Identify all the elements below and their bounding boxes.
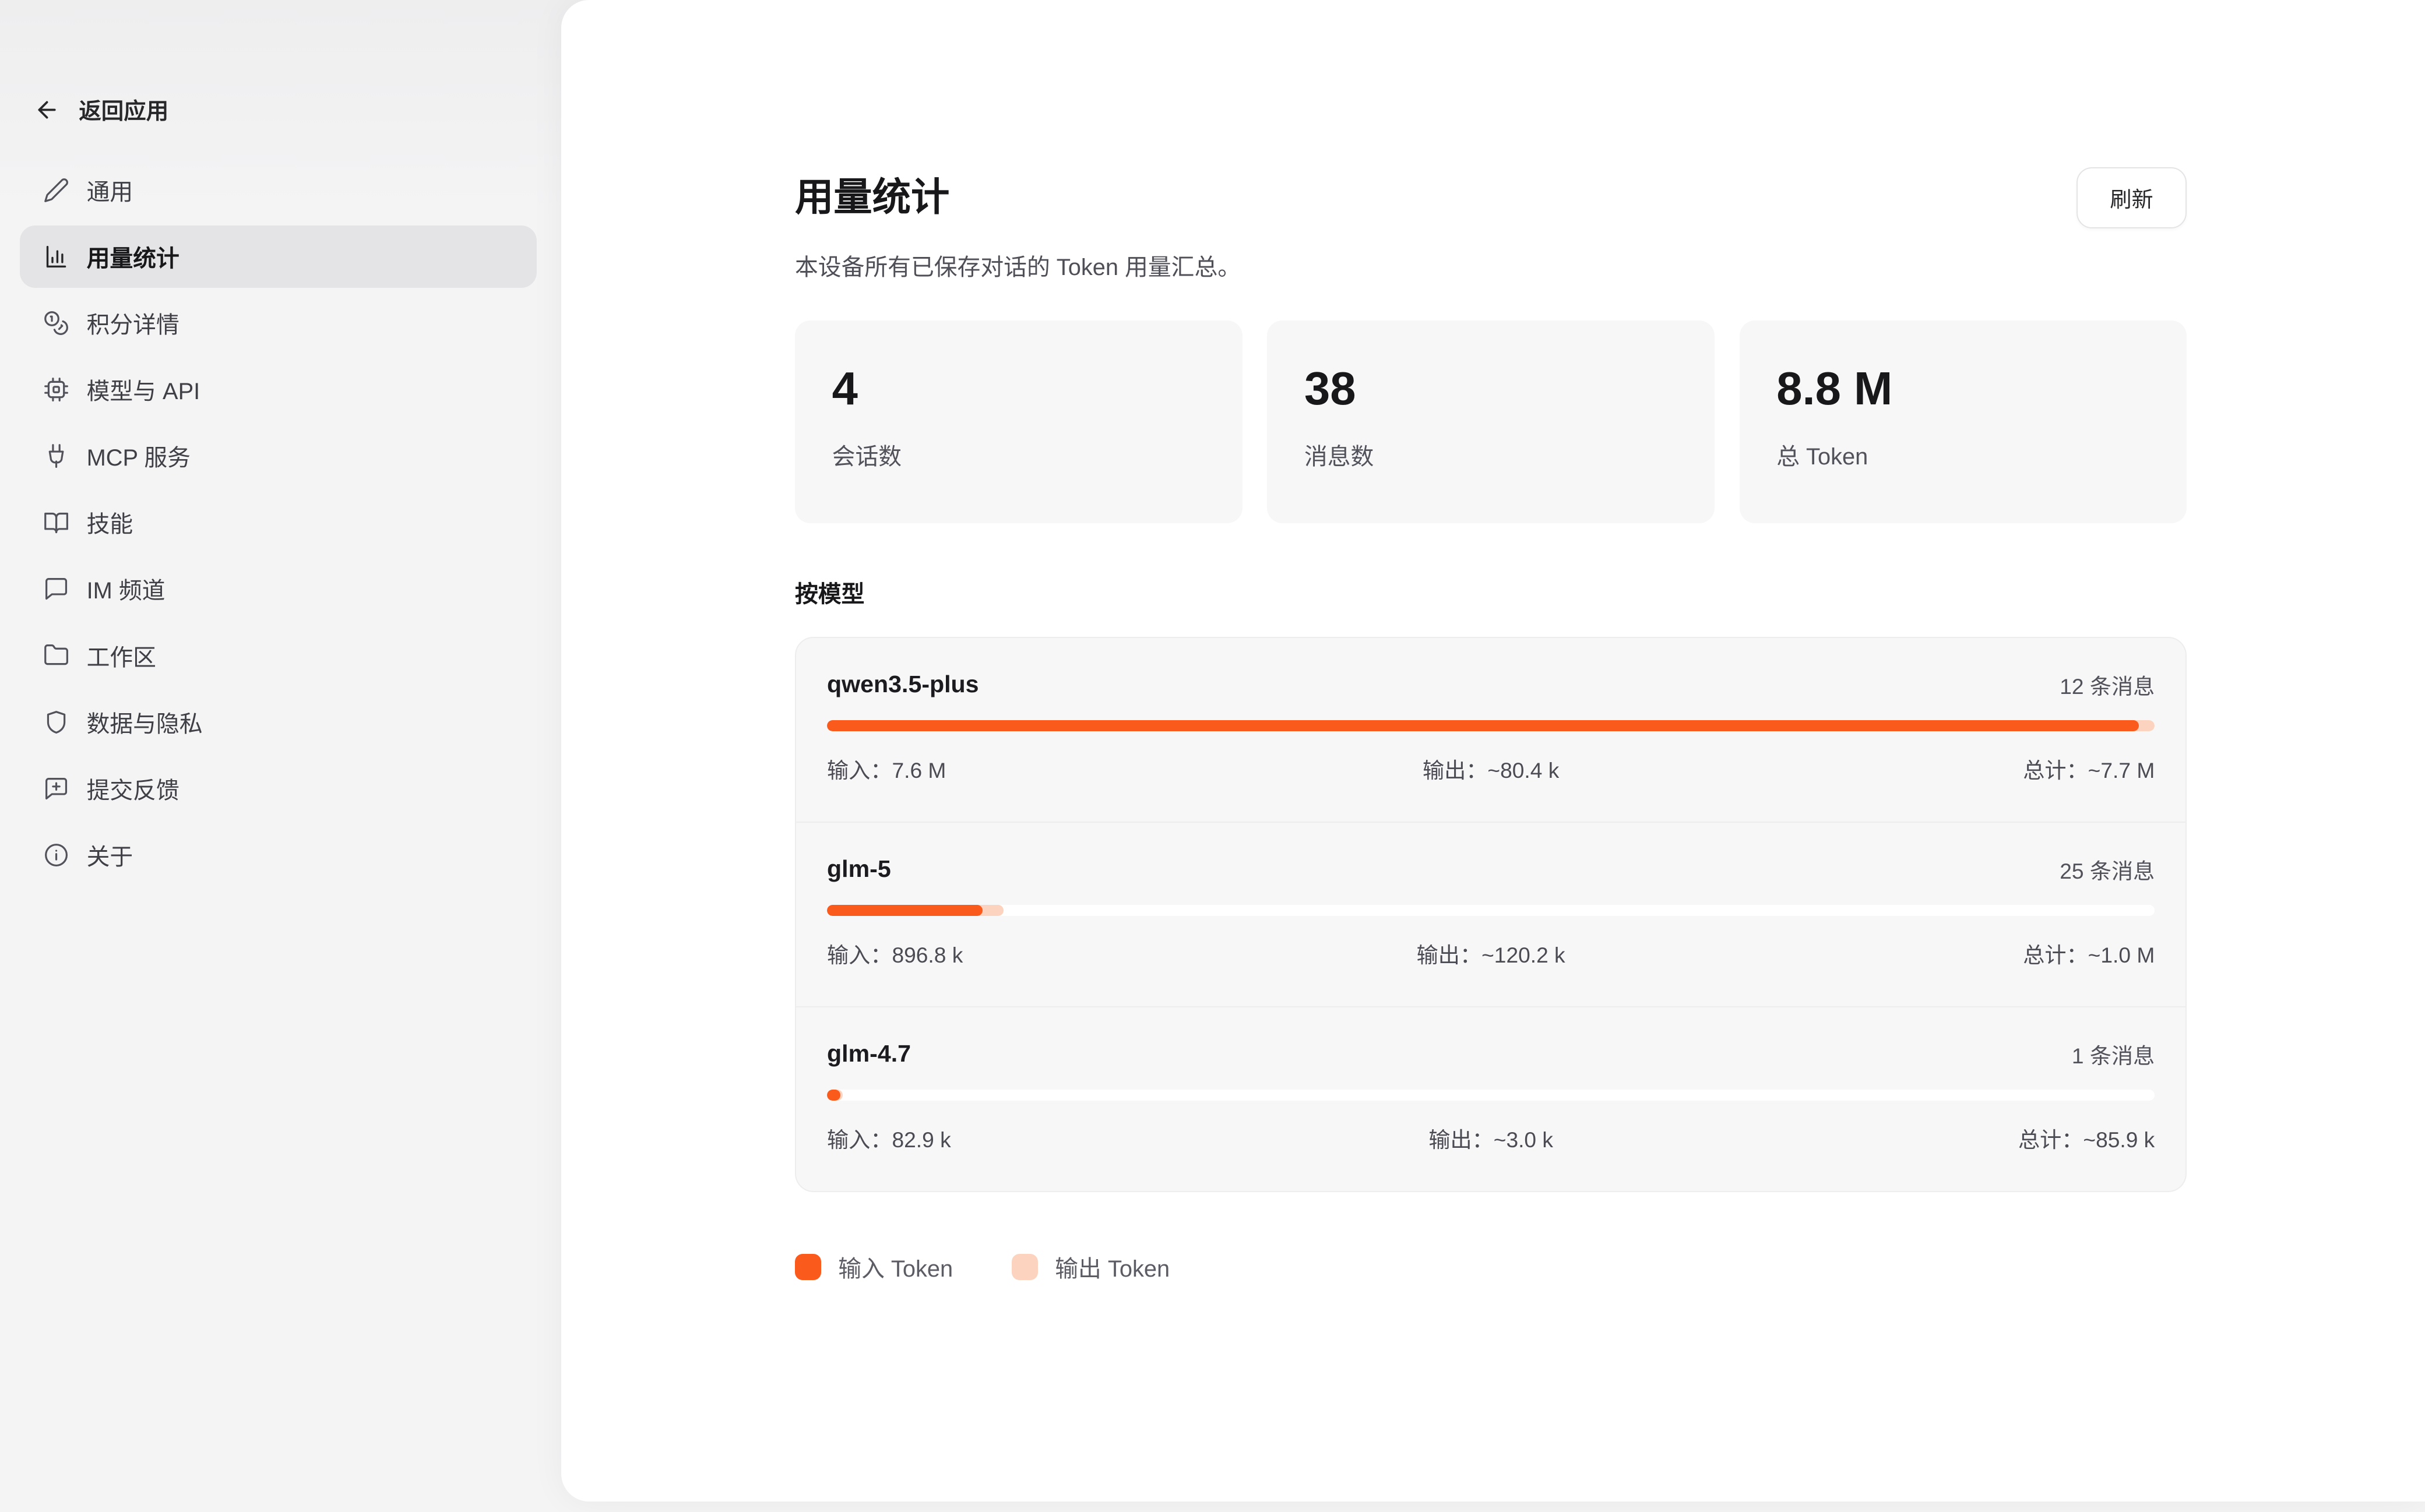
legend-item-output: 输出 Token [1012, 1250, 1170, 1284]
bar-chart-icon [43, 244, 69, 270]
stat-label: 总 Token [1776, 438, 2149, 471]
refresh-button[interactable]: 刷新 [2076, 167, 2187, 229]
stats-row: 4 会话数 38 消息数 8.8 M 总 Token [795, 320, 2187, 523]
model-name: glm-5 [827, 855, 891, 883]
page-title: 用量统计 [795, 171, 949, 224]
model-output-tokens: 输出：~3.0 k [1269, 1122, 1712, 1154]
main-panel: 用量统计 刷新 本设备所有已保存对话的 Token 用量汇总。 4 会话数 38… [561, 0, 2425, 1502]
model-name: qwen3.5-plus [827, 671, 979, 698]
sidebar-item-models-api[interactable]: 模型与 API [20, 359, 536, 421]
model-row-qwen3-5-plus: qwen3.5-plus 12 条消息 输入：7.6 M 输出：~80.4 k … [796, 638, 2185, 822]
model-message-count: 12 条消息 [2060, 669, 2155, 700]
model-input-tokens: 输入：7.6 M [827, 753, 1269, 784]
token-usage-bar [827, 1090, 2155, 1101]
message-plus-icon [43, 776, 69, 802]
model-total-tokens: 总计：~85.9 k [1712, 1122, 2155, 1154]
back-button[interactable]: 返回应用 [34, 87, 536, 133]
pencil-icon [43, 177, 69, 203]
input-token-bar [827, 1090, 840, 1101]
model-row-glm-5: glm-5 25 条消息 输入：896.8 k 输出：~120.2 k 总计：~… [796, 822, 2185, 1006]
sidebar-item-im-channel[interactable]: IM 频道 [20, 558, 536, 620]
sidebar: 返回应用 通用 用量统计 积分详情 [0, 0, 561, 1512]
sidebar-item-label: 提交反馈 [87, 772, 180, 805]
model-message-count: 25 条消息 [2060, 854, 2155, 885]
sidebar-item-about[interactable]: 关于 [20, 824, 536, 886]
legend: 输入 Token 输出 Token [795, 1250, 2187, 1284]
sidebar-item-general[interactable]: 通用 [20, 159, 536, 221]
stat-value: 38 [1304, 362, 1677, 415]
sidebar-item-skills[interactable]: 技能 [20, 492, 536, 554]
sidebar-nav: 通用 用量统计 积分详情 模型与 API [0, 159, 561, 886]
info-icon [43, 842, 69, 868]
cpu-chip-icon [43, 376, 69, 403]
model-input-tokens: 输入：896.8 k [827, 937, 1269, 969]
model-usage-panel: qwen3.5-plus 12 条消息 输入：7.6 M 输出：~80.4 k … [795, 637, 2187, 1192]
page-header: 用量统计 刷新 [795, 167, 2187, 229]
stat-card-messages: 38 消息数 [1267, 320, 1715, 523]
stat-label: 消息数 [1304, 438, 1677, 471]
sidebar-item-data-privacy[interactable]: 数据与隐私 [20, 691, 536, 753]
stat-card-total-tokens: 8.8 M 总 Token [1740, 320, 2187, 523]
sidebar-item-label: 关于 [87, 838, 133, 872]
sidebar-item-label: 技能 [87, 506, 133, 539]
model-total-tokens: 总计：~7.7 M [1712, 753, 2155, 784]
stat-value: 8.8 M [1776, 362, 2149, 415]
model-output-tokens: 输出：~80.4 k [1269, 753, 1712, 784]
token-usage-bar [827, 905, 2155, 916]
sidebar-item-label: 用量统计 [87, 240, 180, 273]
model-output-tokens: 输出：~120.2 k [1269, 937, 1712, 969]
sidebar-item-usage-stats[interactable]: 用量统计 [20, 225, 536, 287]
input-token-bar [827, 720, 2139, 731]
output-token-swatch [1012, 1254, 1038, 1280]
arrow-left-icon [34, 97, 60, 123]
sidebar-item-workspace[interactable]: 工作区 [20, 625, 536, 686]
sidebar-item-label: 数据与隐私 [87, 706, 203, 739]
model-input-tokens: 输入：82.9 k [827, 1122, 1269, 1154]
sidebar-item-feedback[interactable]: 提交反馈 [20, 757, 536, 819]
page-subtitle: 本设备所有已保存对话的 Token 用量汇总。 [795, 249, 2187, 282]
folder-icon [43, 642, 69, 668]
sidebar-item-label: MCP 服务 [87, 439, 191, 473]
sidebar-item-mcp[interactable]: MCP 服务 [20, 425, 536, 487]
back-label: 返回应用 [79, 93, 168, 126]
sidebar-item-label: 积分详情 [87, 306, 180, 340]
app-window: 返回应用 通用 用量统计 积分详情 [0, 0, 2425, 1512]
input-token-bar [827, 905, 983, 916]
sidebar-item-label: IM 频道 [87, 572, 166, 605]
plug-icon [43, 443, 69, 469]
stat-card-sessions: 4 会话数 [795, 320, 1243, 523]
by-model-heading: 按模型 [795, 576, 2187, 609]
legend-label: 输出 Token [1055, 1250, 1170, 1284]
shield-icon [43, 709, 69, 735]
token-usage-bar [827, 720, 2155, 731]
model-message-count: 1 条消息 [2072, 1038, 2155, 1070]
message-icon [43, 576, 69, 602]
sidebar-item-credits[interactable]: 积分详情 [20, 292, 536, 354]
stat-value: 4 [832, 362, 1205, 415]
book-open-icon [43, 509, 69, 535]
sidebar-item-label: 通用 [87, 174, 133, 207]
input-token-swatch [795, 1254, 821, 1280]
model-row-glm-4-7: glm-4.7 1 条消息 输入：82.9 k 输出：~3.0 k 总计：~85… [796, 1006, 2185, 1191]
coins-icon [43, 310, 69, 336]
stat-label: 会话数 [832, 438, 1205, 471]
sidebar-item-label: 模型与 API [87, 373, 200, 406]
model-name: glm-4.7 [827, 1040, 911, 1067]
legend-item-input: 输入 Token [795, 1250, 953, 1284]
sidebar-item-label: 工作区 [87, 639, 156, 672]
legend-label: 输入 Token [838, 1250, 953, 1284]
model-total-tokens: 总计：~1.0 M [1712, 937, 2155, 969]
